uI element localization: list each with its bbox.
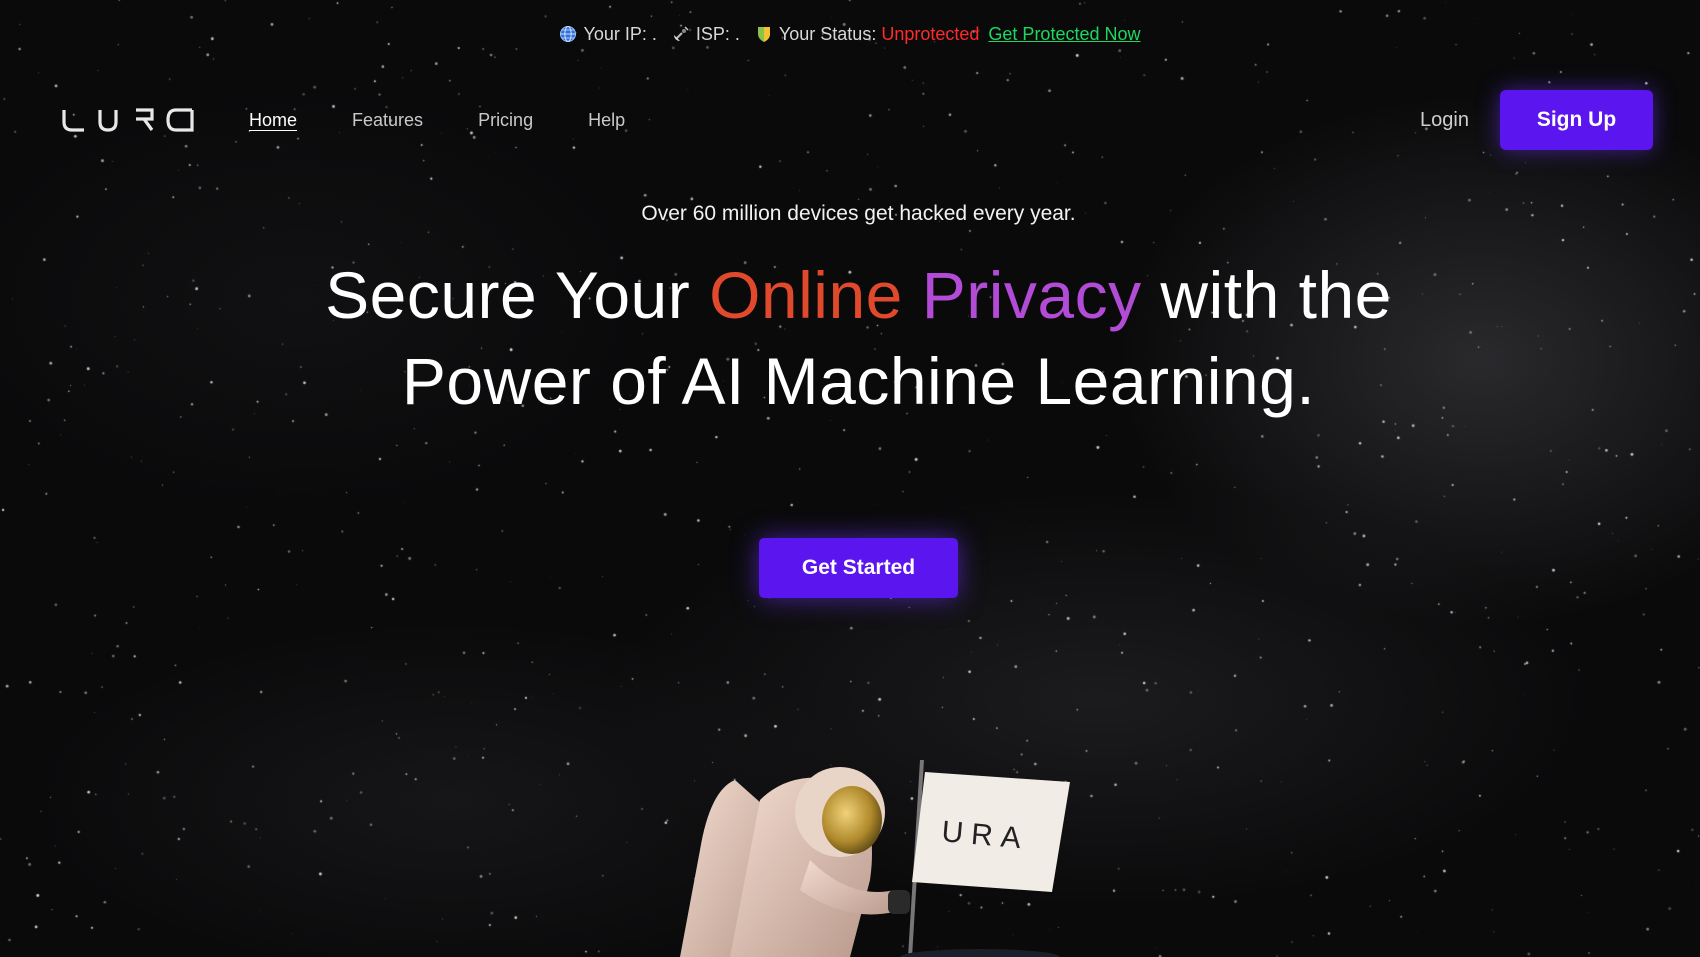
logo-mark xyxy=(62,108,194,132)
satellite-icon xyxy=(672,25,690,43)
shield-icon xyxy=(755,25,773,43)
globe-icon xyxy=(559,25,577,43)
nav-item-home[interactable]: Home xyxy=(249,106,297,134)
hero-headline: Secure Your Online Privacy with the Powe… xyxy=(300,252,1417,424)
isp-label: ISP: . xyxy=(695,24,740,44)
get-started-button[interactable]: Get Started xyxy=(759,538,958,598)
hero-tagline: Over 60 million devices get hacked every… xyxy=(641,202,1076,225)
nav-item-help[interactable]: Help xyxy=(588,106,625,134)
status-value: Unprotected xyxy=(881,24,980,44)
headline-part1: Secure Your xyxy=(325,258,691,332)
brand-logo[interactable] xyxy=(62,106,196,134)
astronaut-illustration: URA xyxy=(640,750,1100,957)
headline-highlight-online: Online xyxy=(709,258,903,332)
main-nav: Home Features Pricing Help xyxy=(249,106,680,134)
status-label: Your Status: xyxy=(778,24,877,44)
landing-page: Your IP: . ISP: . Your Status: Unprotect… xyxy=(0,0,1700,957)
nav-item-pricing[interactable]: Pricing xyxy=(478,106,533,134)
nav-item-features[interactable]: Features xyxy=(352,106,423,134)
ip-status-bar: Your IP: . ISP: . Your Status: Unprotect… xyxy=(0,24,1700,45)
ip-label: Your IP: . xyxy=(583,24,657,44)
login-link[interactable]: Login xyxy=(1420,106,1469,134)
headline-highlight-privacy: Privacy xyxy=(921,258,1142,332)
get-protected-link[interactable]: Get Protected Now xyxy=(988,24,1140,44)
sign-up-button[interactable]: Sign Up xyxy=(1500,90,1653,150)
